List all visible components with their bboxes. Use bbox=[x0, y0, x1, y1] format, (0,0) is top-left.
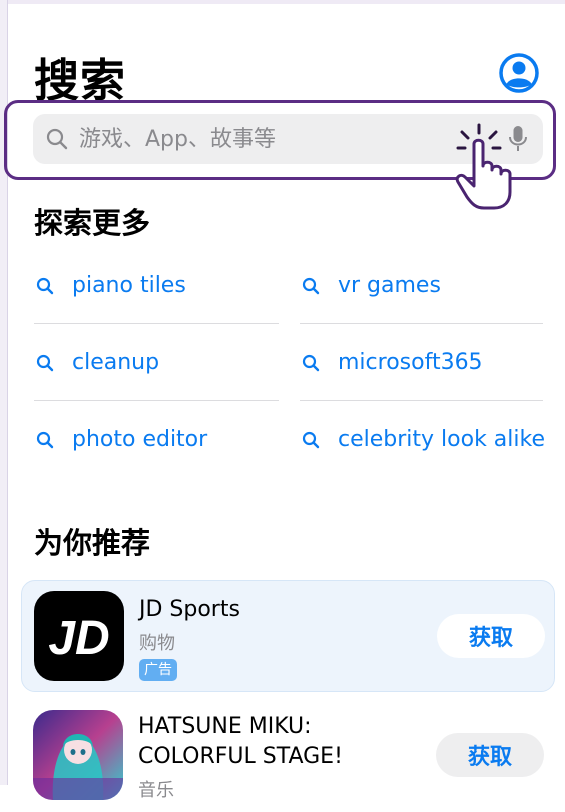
svg-text:JD: JD bbox=[48, 612, 109, 665]
divider bbox=[300, 323, 543, 324]
account-button[interactable] bbox=[499, 53, 539, 93]
search-icon bbox=[302, 277, 320, 295]
app-row-jd-sports[interactable]: JD JD Sports 购物 广告 获取 bbox=[21, 580, 555, 692]
search-icon bbox=[302, 431, 320, 449]
suggestion-label: celebrity look alike bbox=[338, 427, 546, 452]
suggestion-celebrity-look-alike[interactable]: celebrity look alike bbox=[300, 425, 545, 501]
app-category: 音乐 bbox=[138, 780, 174, 801]
jd-sports-app-icon: JD bbox=[34, 591, 124, 681]
divider bbox=[300, 400, 543, 401]
suggestion-label: cleanup bbox=[72, 350, 160, 375]
app-row-hatsune-miku[interactable]: HATSUNE MIKU: COLORFUL STAGE! 音乐 获取 bbox=[21, 700, 555, 812]
search-icon bbox=[36, 354, 54, 372]
recommended-title: 为你推荐 bbox=[34, 526, 151, 560]
search-icon bbox=[302, 354, 320, 372]
search-icon bbox=[36, 431, 54, 449]
search-icon bbox=[36, 277, 54, 295]
suggestion-label: microsoft365 bbox=[338, 350, 483, 375]
hatsune-miku-app-icon bbox=[33, 710, 123, 800]
suggestion-vr-games[interactable]: vr games bbox=[300, 271, 545, 347]
suggestion-cleanup[interactable]: cleanup bbox=[34, 348, 279, 424]
get-button[interactable]: 获取 bbox=[437, 614, 545, 658]
suggestion-piano-tiles[interactable]: piano tiles bbox=[34, 271, 279, 347]
search-input[interactable] bbox=[79, 114, 439, 164]
suggestion-label: vr games bbox=[338, 273, 441, 298]
magnifier-icon bbox=[46, 128, 68, 150]
app-name-line1: HATSUNE MIKU: bbox=[138, 714, 312, 739]
get-button[interactable]: 获取 bbox=[436, 733, 544, 777]
app-name-line2: COLORFUL STAGE! bbox=[138, 744, 343, 769]
suggestion-microsoft365[interactable]: microsoft365 bbox=[300, 348, 545, 424]
suggestion-label: photo editor bbox=[72, 427, 208, 452]
app-name: JD Sports bbox=[139, 597, 240, 622]
suggestion-label: piano tiles bbox=[72, 273, 186, 298]
tap-pointer-icon bbox=[455, 123, 512, 210]
window-top-edge bbox=[0, 0, 565, 4]
divider bbox=[34, 323, 279, 324]
divider bbox=[34, 400, 279, 401]
app-category: 购物 bbox=[139, 633, 175, 654]
ad-badge: 广告 bbox=[139, 659, 177, 681]
explore-more-title: 探索更多 bbox=[34, 206, 151, 240]
person-circle-icon bbox=[499, 53, 539, 93]
suggestion-photo-editor[interactable]: photo editor bbox=[34, 425, 279, 501]
